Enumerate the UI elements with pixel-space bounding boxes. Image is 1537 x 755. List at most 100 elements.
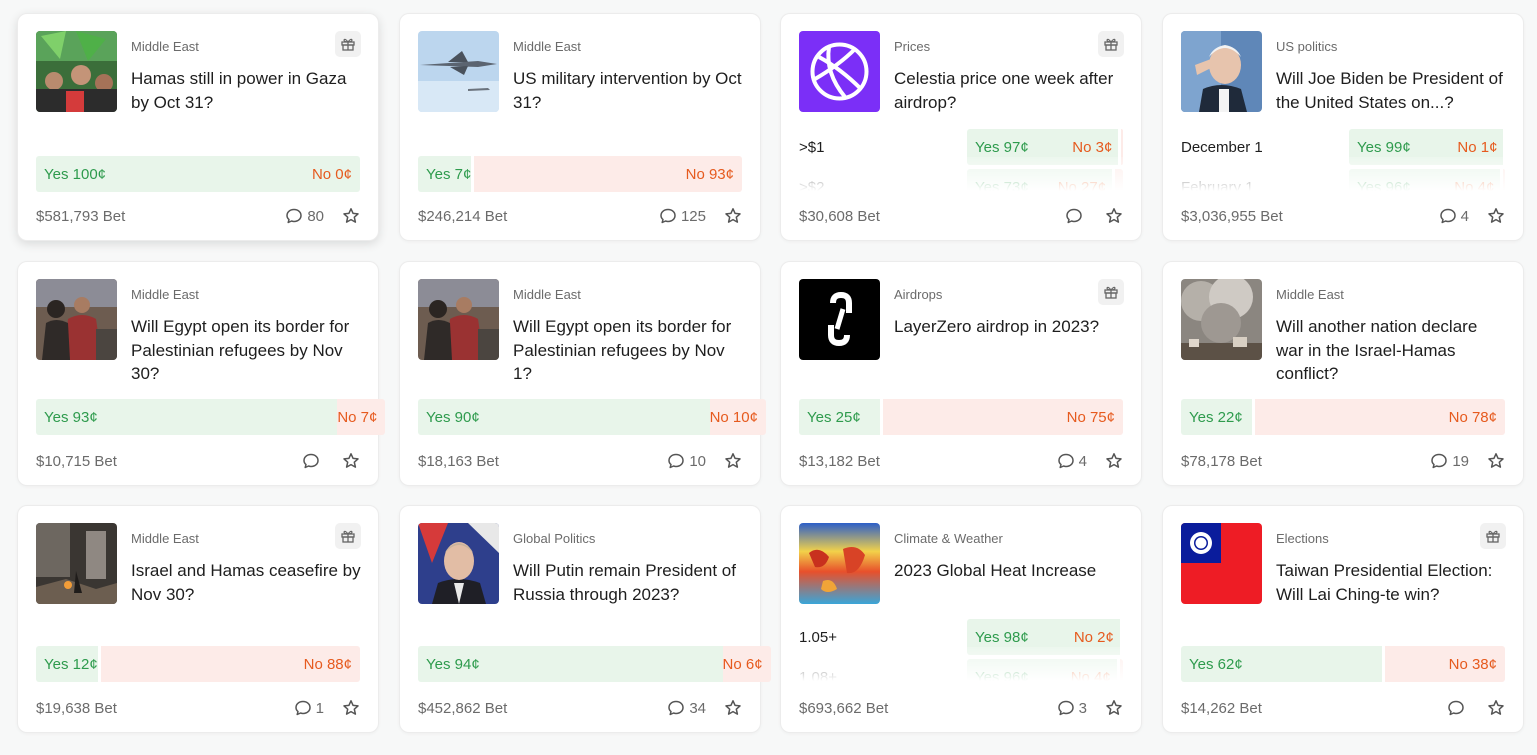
comments-button[interactable] — [1447, 699, 1469, 717]
no-price-button[interactable]: No 93¢ — [474, 156, 742, 192]
market-category: Climate & Weather — [894, 531, 1003, 546]
star-icon[interactable] — [724, 452, 742, 470]
market-card[interactable]: US politics Will Joe Biden be President o… — [1162, 13, 1524, 241]
star-icon[interactable] — [1487, 452, 1505, 470]
market-category: Middle East — [513, 39, 581, 54]
comment-icon — [294, 699, 316, 717]
market-title[interactable]: Taiwan Presidential Election: Will Lai C… — [1276, 559, 1508, 606]
market-image — [1181, 523, 1262, 604]
yes-price-button[interactable]: Yes 94¢ — [418, 646, 723, 682]
comment-count: 34 — [689, 699, 706, 717]
comments-button[interactable]: 4 — [1439, 207, 1469, 225]
star-icon[interactable] — [342, 207, 360, 225]
market-title[interactable]: Hamas still in power in Gaza by Oct 31? — [131, 67, 363, 114]
price-bar[interactable]: Yes 94¢ No 6¢ — [418, 646, 771, 682]
star-icon[interactable] — [1105, 207, 1123, 225]
comments-button[interactable]: 19 — [1430, 452, 1469, 470]
market-title[interactable]: US military intervention by Oct 31? — [513, 67, 745, 114]
price-bar[interactable]: Yes 12¢ No 88¢ — [36, 646, 360, 682]
comments-button[interactable]: 125 — [659, 207, 706, 225]
market-card[interactable]: Middle East Israel and Hamas ceasefire by… — [17, 505, 379, 733]
market-card[interactable]: Middle East Hamas still in power in Gaza … — [17, 13, 379, 241]
yes-price-label: Yes 97¢ — [975, 138, 1029, 156]
gift-icon[interactable] — [1098, 31, 1124, 57]
comment-count: 4 — [1460, 207, 1469, 225]
market-card[interactable]: Middle East Will Egypt open its border fo… — [17, 261, 386, 486]
market-title[interactable]: Will Putin remain President of Russia th… — [513, 559, 745, 606]
gift-icon[interactable] — [335, 523, 361, 549]
market-category: Middle East — [131, 39, 199, 54]
gift-icon[interactable] — [1480, 523, 1506, 549]
comments-button[interactable]: 4 — [1057, 452, 1087, 470]
yes-price-button[interactable]: Yes 7¢ — [418, 156, 472, 192]
comments-button[interactable]: 1 — [294, 699, 324, 717]
star-icon[interactable] — [724, 207, 742, 225]
comments-button[interactable]: 34 — [667, 699, 706, 717]
card-footer: $693,662 Bet 3 — [799, 696, 1123, 720]
market-card[interactable]: Middle East US military intervention by O… — [399, 13, 761, 241]
card-footer: $78,178 Bet 19 — [1181, 449, 1505, 473]
no-price-button[interactable]: No 7¢ — [337, 399, 386, 435]
star-icon[interactable] — [1105, 452, 1123, 470]
price-bar[interactable]: Yes 62¢ No 38¢ — [1181, 646, 1505, 682]
yes-price-button[interactable]: Yes 93¢ — [36, 399, 338, 435]
comments-button[interactable]: 3 — [1057, 699, 1087, 717]
comment-icon — [1439, 207, 1461, 225]
comment-icon — [1430, 452, 1452, 470]
star-icon[interactable] — [1487, 699, 1505, 717]
star-icon[interactable] — [342, 452, 360, 470]
price-bar[interactable]: Yes 100¢ No 0¢ — [36, 156, 360, 192]
market-title[interactable]: Will Egypt open its border for Palestini… — [513, 315, 745, 386]
comments-button[interactable] — [1065, 207, 1087, 225]
yes-price-button[interactable]: Yes 12¢ — [36, 646, 98, 682]
outcome-list: December 1Yes 99¢No 1¢February 1Yes 96¢N… — [1181, 129, 1505, 191]
star-icon[interactable] — [1105, 699, 1123, 717]
star-icon[interactable] — [342, 699, 360, 717]
comment-icon — [1057, 699, 1079, 717]
price-bar[interactable]: Yes 22¢ No 78¢ — [1181, 399, 1505, 435]
gift-icon[interactable] — [1098, 279, 1124, 305]
yes-price-button[interactable]: Yes 62¢ — [1181, 646, 1382, 682]
no-price-button[interactable]: No 0¢ — [312, 156, 360, 192]
star-icon[interactable] — [1487, 207, 1505, 225]
market-title[interactable]: Israel and Hamas ceasefire by Nov 30? — [131, 559, 363, 606]
market-title[interactable]: Celestia price one week after airdrop? — [894, 67, 1126, 114]
market-title[interactable]: 2023 Global Heat Increase — [894, 559, 1126, 583]
market-card[interactable]: Airdrops LayerZero airdrop in 2023? Yes 25… — [780, 261, 1142, 486]
market-image — [36, 523, 117, 604]
star-icon[interactable] — [724, 699, 742, 717]
no-price-button[interactable]: No 88¢ — [100, 646, 360, 682]
yes-price-button[interactable]: Yes 22¢ — [1181, 399, 1253, 435]
market-card[interactable]: Climate & Weather 2023 Global Heat Increa… — [780, 505, 1142, 733]
market-card[interactable]: Global Politics Will Putin remain Preside… — [399, 505, 771, 733]
yes-price-button[interactable]: Yes 25¢ — [799, 399, 880, 435]
market-title[interactable]: Will another nation declare war in the I… — [1276, 315, 1508, 386]
market-category: Prices — [894, 39, 931, 54]
bet-volume: $78,178 Bet — [1181, 452, 1262, 470]
market-title[interactable]: LayerZero airdrop in 2023? — [894, 315, 1126, 339]
comments-button[interactable]: 10 — [667, 452, 706, 470]
price-bar[interactable]: Yes 7¢ No 93¢ — [418, 156, 742, 192]
market-title[interactable]: Will Joe Biden be President of the Unite… — [1276, 67, 1508, 114]
price-bar[interactable]: Yes 90¢ No 10¢ — [418, 399, 766, 435]
market-title[interactable]: Will Egypt open its border for Palestini… — [131, 315, 363, 386]
comments-button[interactable]: 80 — [285, 207, 324, 225]
no-price-button[interactable]: No 6¢ — [722, 646, 771, 682]
market-card[interactable]: Middle East Will another nation declare w… — [1162, 261, 1524, 486]
gift-icon[interactable] — [335, 31, 361, 57]
card-footer: $3,036,955 Bet 4 — [1181, 204, 1505, 228]
card-footer: $18,163 Bet 10 — [418, 449, 742, 473]
yes-price-button[interactable]: Yes 90¢ — [418, 399, 710, 435]
market-card[interactable]: Prices Celestia price one week after aird… — [780, 13, 1142, 241]
market-category: Airdrops — [894, 287, 943, 302]
market-card[interactable]: Elections Taiwan Presidential Election: W… — [1162, 505, 1524, 733]
no-price-button[interactable]: No 75¢ — [883, 399, 1123, 435]
price-bar[interactable]: Yes 93¢ No 7¢ — [36, 399, 386, 435]
no-price-button[interactable]: No 78¢ — [1255, 399, 1505, 435]
no-price-button[interactable]: No 38¢ — [1384, 646, 1505, 682]
market-card[interactable]: Middle East Will Egypt open its border fo… — [399, 261, 766, 486]
no-price-button[interactable]: No 10¢ — [709, 399, 766, 435]
comments-button[interactable] — [302, 452, 324, 470]
price-bar[interactable]: Yes 25¢ No 75¢ — [799, 399, 1123, 435]
market-image — [1181, 31, 1262, 112]
